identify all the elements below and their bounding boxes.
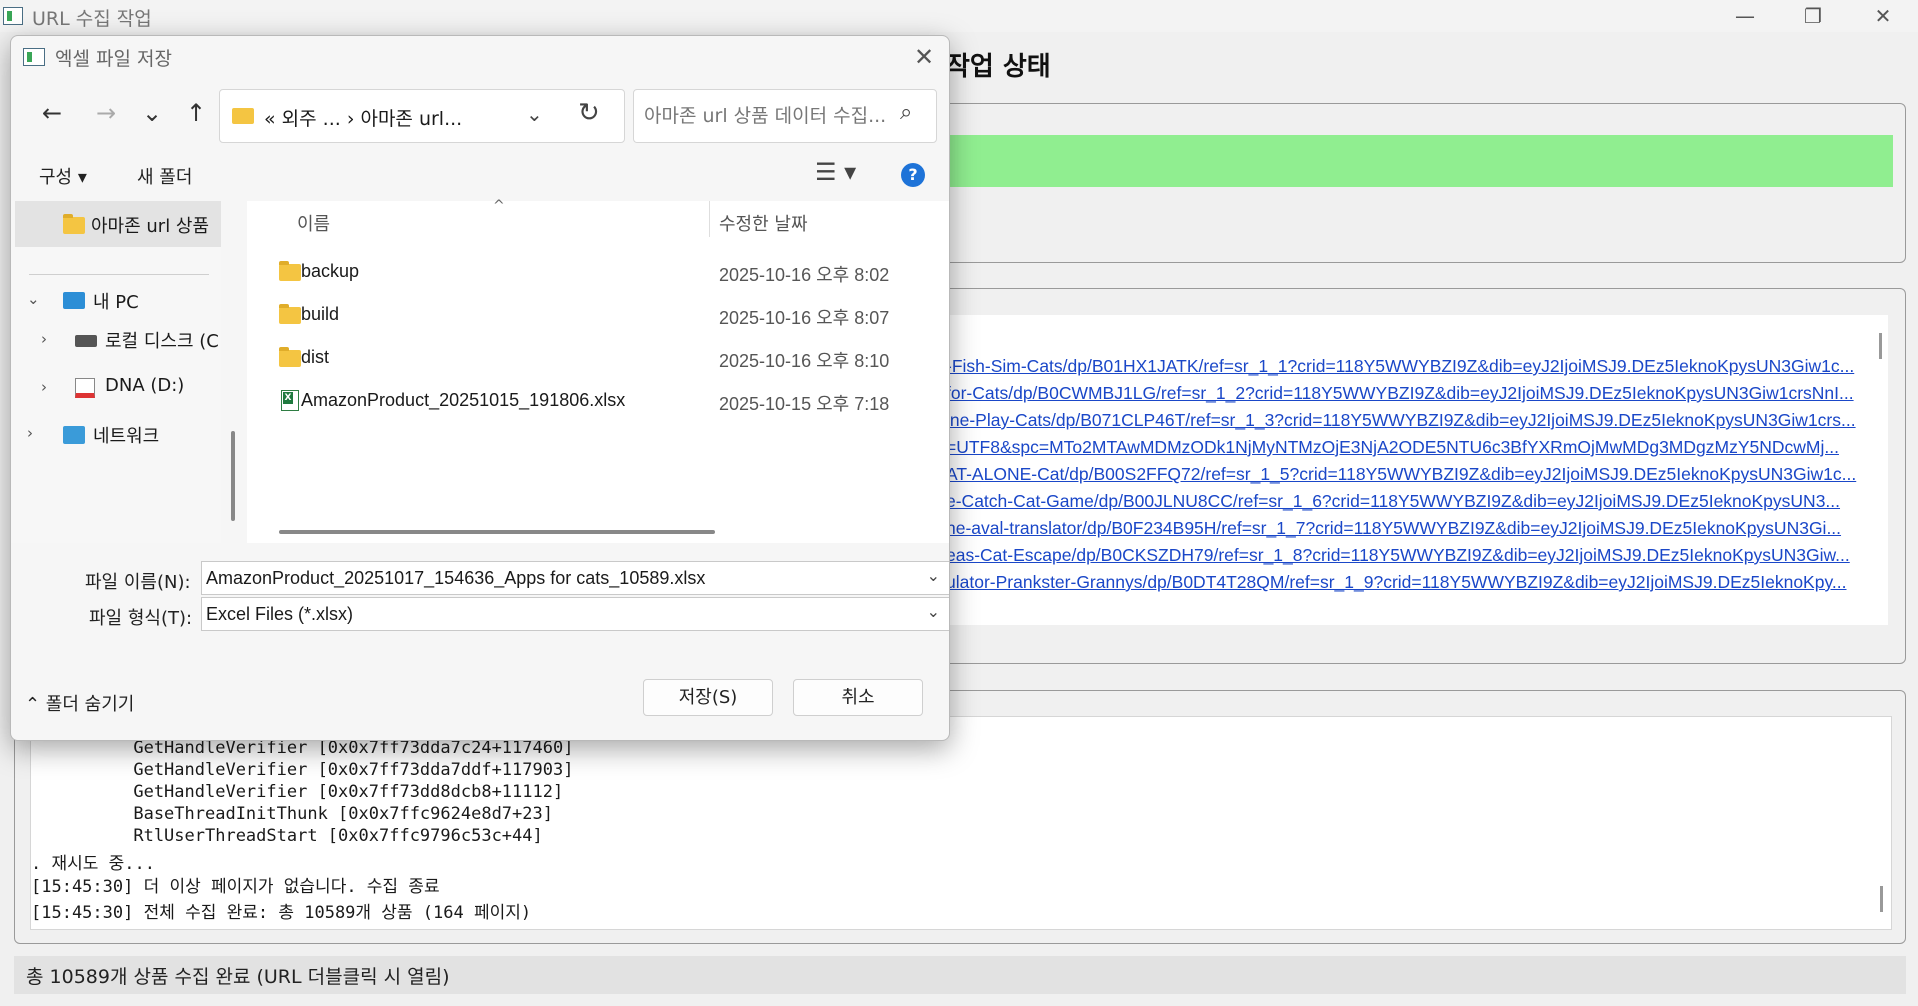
- window-title: URL 수집 작업: [32, 8, 152, 30]
- file-row-date: 2025-10-16 오후 8:07: [719, 308, 890, 328]
- file-row-date: 2025-10-16 오후 8:10: [719, 351, 890, 371]
- column-header-name[interactable]: 이름: [297, 210, 330, 236]
- close-button[interactable]: ✕: [1850, 0, 1916, 32]
- nav-pane-scrollbar[interactable]: [231, 431, 235, 521]
- url-item[interactable]: for-Cats/dp/B0CWMBJ1LG/ref=sr_1_2?crid=1…: [946, 383, 1854, 410]
- file-name-field[interactable]: AmazonProduct_20251017_154636_Apps for c…: [201, 561, 949, 595]
- url-item[interactable]: ulator-Prankster-Grannys/dp/B0DT4T28QM/r…: [946, 572, 1847, 599]
- url-item[interactable]: -Fish-Sim-Cats/dp/B01HX1JATK/ref=sr_1_1?…: [946, 356, 1854, 383]
- file-type-value[interactable]: Excel Files (*.xlsx): [206, 604, 353, 625]
- chevron-right-icon[interactable]: ›: [27, 424, 33, 442]
- url-item[interactable]: e-Catch-Cat-Game/dp/B00JLNU8CC/ref=sr_1_…: [946, 491, 1840, 518]
- chevron-down-icon[interactable]: ⌄: [927, 602, 940, 621]
- column-header-modified[interactable]: 수정한 날짜: [719, 210, 808, 236]
- file-type-select[interactable]: Excel Files (*.xlsx) ⌄: [201, 597, 949, 631]
- recent-locations-button[interactable]: ⌄: [133, 94, 171, 132]
- file-row-date: 2025-10-16 오후 8:02: [719, 265, 890, 285]
- url-item[interactable]: eas-Cat-Escape/dp/B0CKSZDH79/ref=sr_1_8?…: [946, 545, 1850, 572]
- address-bar[interactable]: « 외주 ... › 아마존 url... ⌄ ↻: [219, 89, 625, 143]
- search-input[interactable]: [644, 102, 890, 130]
- log-output[interactable]: GetHandleVerifier [0x0x7ff73dda7c24+1174…: [30, 716, 1892, 930]
- log-line: [15:45:30] 전체 수집 완료: 총 10589개 상품 (164 페이…: [31, 903, 532, 923]
- save-button[interactable]: 저장(S): [643, 679, 773, 716]
- url-list-scrollbar[interactable]: [1879, 333, 1882, 359]
- forward-button[interactable]: →: [87, 94, 125, 132]
- chevron-right-icon[interactable]: ›: [41, 378, 47, 396]
- nav-item-network[interactable]: 네트워크: [93, 422, 159, 448]
- main-titlebar: [0, 0, 1918, 32]
- file-row-name[interactable]: build: [301, 304, 339, 325]
- nav-item-my-pc[interactable]: 내 PC: [93, 288, 139, 314]
- chevron-down-icon[interactable]: ⌄: [27, 290, 40, 308]
- hide-folders-toggle[interactable]: ⌃ 폴더 숨기기: [25, 690, 134, 716]
- chevron-right-icon[interactable]: ›: [41, 330, 47, 348]
- folder-icon: [63, 214, 85, 234]
- organize-button[interactable]: 구성 ▾: [39, 163, 87, 189]
- drive-icon: [75, 335, 97, 347]
- nav-divider: [29, 274, 209, 275]
- url-item[interactable]: ine-Play-Cats/dp/B071CLP46T/ref=sr_1_3?c…: [946, 410, 1856, 437]
- nav-item-label[interactable]: 아마존 url 상품: [91, 212, 209, 238]
- app-icon: [3, 7, 23, 25]
- new-folder-button[interactable]: 새 폴더: [137, 163, 192, 189]
- maximize-button[interactable]: ❐: [1780, 0, 1846, 32]
- folder-icon: [279, 347, 301, 367]
- dialog-close-button[interactable]: ✕: [909, 42, 939, 72]
- chevron-down-icon[interactable]: ⌄: [927, 566, 940, 585]
- excel-file-icon: [281, 390, 299, 411]
- progress-bar: [948, 135, 1893, 187]
- up-folder-button[interactable]: ↑: [177, 94, 215, 132]
- search-icon[interactable]: ⌕: [900, 100, 912, 125]
- folder-icon: [232, 108, 254, 124]
- view-options-icon[interactable]: ☰ ▾: [815, 158, 856, 186]
- url-item[interactable]: ne-aval-translator/dp/B0F234B95H/ref=sr_…: [946, 518, 1841, 545]
- breadcrumb[interactable]: « 외주 ... › 아마존 url...: [264, 104, 462, 131]
- nav-item-local-disk[interactable]: 로컬 디스크 (C: [105, 327, 219, 353]
- status-text: 총 10589개 상품 수집 완료 (URL 더블클릭 시 열림): [26, 966, 450, 988]
- file-row-date: 2025-10-15 오후 7:18: [719, 394, 890, 414]
- folder-icon: [279, 304, 301, 324]
- url-item[interactable]: AT-ALONE-Cat/dp/B00S2FFQ72/ref=sr_1_5?cr…: [946, 464, 1856, 491]
- file-name-value[interactable]: AmazonProduct_20251017_154636_Apps for c…: [206, 568, 705, 589]
- file-list-scrollbar[interactable]: [279, 530, 715, 534]
- log-line: [15:45:30] 더 이상 페이지가 없습니다. 수집 종료: [31, 877, 440, 897]
- log-line: . 재시도 중...: [31, 854, 155, 874]
- file-row-name[interactable]: dist: [301, 347, 329, 368]
- sort-ascending-icon: ^: [493, 198, 505, 214]
- log-scrollbar[interactable]: [1880, 886, 1883, 912]
- file-type-label: 파일 형식(T):: [89, 608, 193, 629]
- file-name-label: 파일 이름(N):: [85, 572, 191, 593]
- url-item[interactable]: =UTF8&spc=MTo2MTAwMDMzODk1NjMyNTMzOjE3Nj…: [946, 437, 1839, 464]
- folder-icon: [279, 261, 301, 281]
- back-button[interactable]: ←: [33, 94, 71, 132]
- section-heading: 작업 상태: [946, 52, 1051, 82]
- help-icon[interactable]: ?: [901, 163, 925, 187]
- log-line: RtlUserThreadStart [0x0x7ffc9796c53c+44]: [31, 826, 543, 846]
- log-line: BaseThreadInitThunk [0x0x7ffc9624e8d7+23…: [31, 804, 553, 824]
- chevron-down-icon[interactable]: ⌄: [526, 102, 543, 126]
- nav-item-drive-d[interactable]: DNA (D:): [105, 375, 184, 396]
- navigation-pane: [11, 201, 221, 543]
- url-list[interactable]: -Fish-Sim-Cats/dp/B01HX1JATK/ref=sr_1_1?…: [946, 315, 1888, 625]
- search-box[interactable]: ⌕: [633, 89, 937, 143]
- column-divider[interactable]: [709, 201, 710, 237]
- log-line: GetHandleVerifier [0x0x7ff73dda7ddf+1179…: [31, 760, 574, 780]
- refresh-icon[interactable]: ↻: [578, 98, 600, 128]
- network-icon: [63, 426, 85, 444]
- file-row-name[interactable]: backup: [301, 261, 359, 282]
- log-line: GetHandleVerifier [0x0x7ff73dd8dcb8+1111…: [31, 782, 564, 802]
- file-row-name[interactable]: AmazonProduct_20251015_191806.xlsx: [301, 390, 625, 411]
- log-line: GetHandleVerifier [0x0x7ff73dda7c24+1174…: [31, 738, 574, 758]
- dialog-app-icon: [23, 48, 45, 66]
- minimize-button[interactable]: —: [1712, 0, 1778, 32]
- dialog-title: 엑셀 파일 저장: [55, 48, 172, 70]
- save-file-dialog: 엑셀 파일 저장 ✕ ← → ⌄ ↑ « 외주 ... › 아마존 url...…: [10, 35, 950, 741]
- drive-icon: [75, 378, 95, 398]
- monitor-icon: [63, 292, 85, 309]
- cancel-button[interactable]: 취소: [793, 679, 923, 716]
